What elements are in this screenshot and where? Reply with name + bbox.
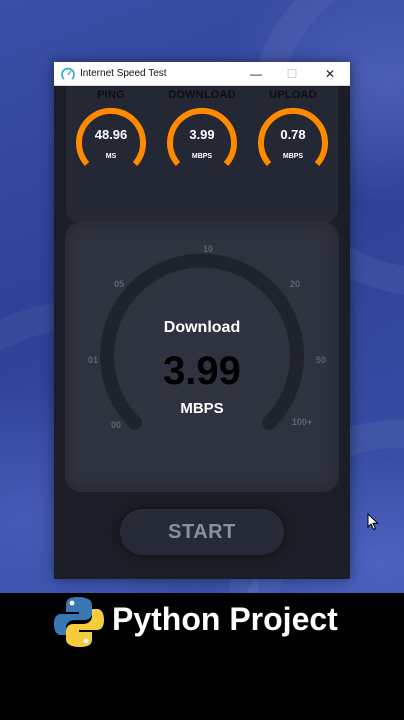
maximize-button[interactable]: ☐	[274, 62, 310, 85]
ping-value: 48.96	[94, 127, 128, 142]
tick-label: 10	[202, 244, 214, 254]
close-button[interactable]: ✕	[312, 62, 348, 85]
ping-unit: MS	[105, 153, 117, 160]
download-unit: MBPS	[191, 153, 213, 160]
gauge-speed-value: 3.99	[163, 349, 241, 393]
download-label: DOWNLOAD	[168, 89, 236, 101]
main-gauge-card: 00 01 05 10 20 50 100+ Download 3.99 MBP…	[65, 222, 339, 492]
tick-label: 05	[113, 279, 125, 289]
ping-metric: PING 48.96 MS	[71, 86, 151, 167]
banner-title: Python Project	[112, 601, 338, 637]
gauge-unit: MBPS	[180, 400, 224, 417]
upload-metric: UPLOAD 0.78 MBPS	[253, 86, 333, 167]
caption-banner: Python Project	[0, 593, 404, 720]
gauge-title: Download	[163, 319, 241, 336]
python-logo-icon	[54, 597, 104, 647]
tick-label: 00	[110, 420, 122, 430]
ping-label: PING	[97, 89, 125, 101]
tick-label: 20	[289, 279, 301, 289]
download-metric: DOWNLOAD 3.99 MBPS	[162, 86, 242, 167]
tick-label: 100+	[291, 417, 313, 427]
speed-test-window: Internet Speed Test — ☐ ✕ PING 48.96 MS …	[54, 62, 350, 579]
speed-gauge-icon	[61, 67, 75, 80]
metrics-panel: PING 48.96 MS DOWNLOAD 3.99 MBPS UPLOAD …	[66, 86, 338, 223]
upload-unit: MBPS	[282, 153, 304, 160]
minimize-button[interactable]: —	[238, 62, 274, 85]
window-title: Internet Speed Test	[80, 68, 167, 79]
upload-label: UPLOAD	[269, 89, 317, 101]
download-value: 3.99	[189, 127, 215, 142]
title-bar[interactable]: Internet Speed Test — ☐ ✕	[54, 62, 350, 86]
start-button[interactable]: START	[120, 509, 284, 555]
mouse-pointer-icon	[367, 513, 379, 531]
upload-value: 0.78	[280, 127, 306, 142]
